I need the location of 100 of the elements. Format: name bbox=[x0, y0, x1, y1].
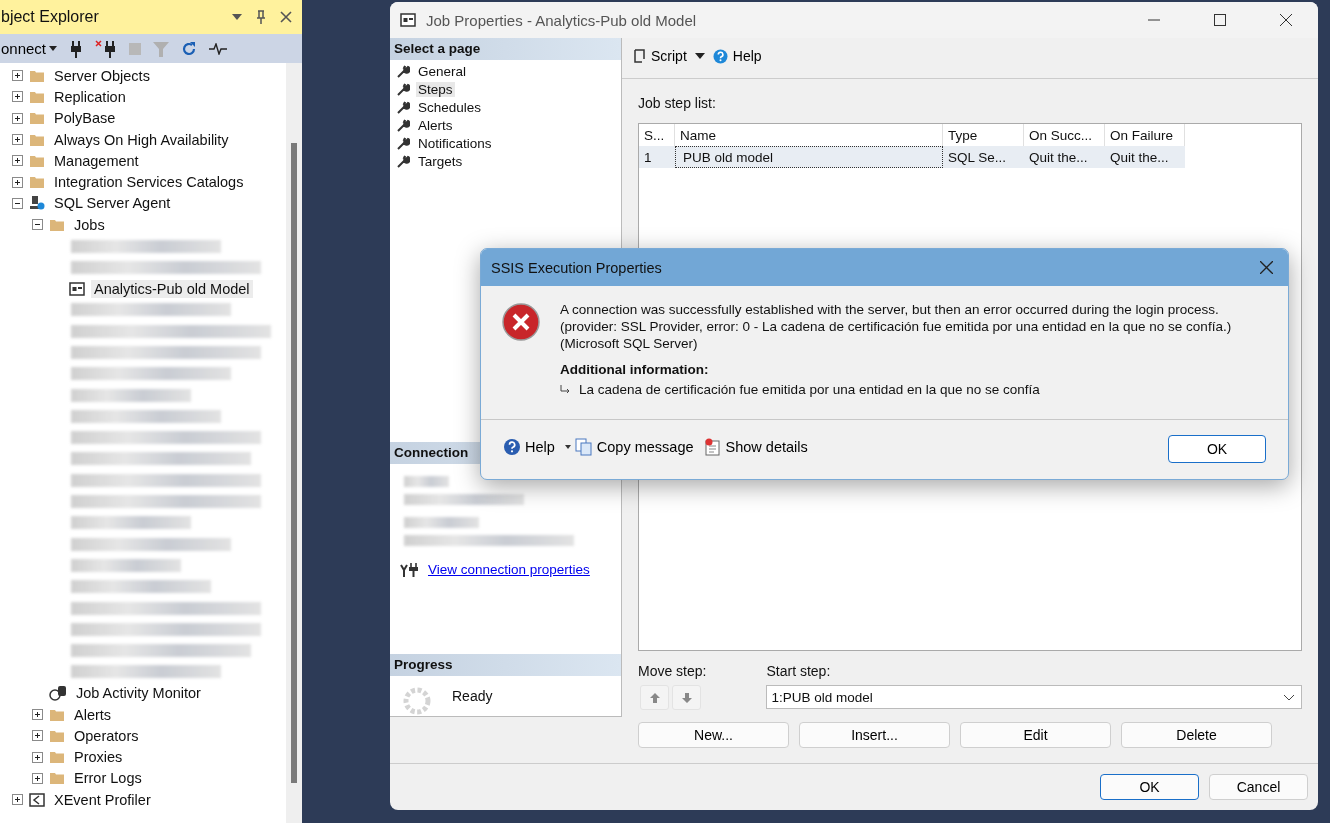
folder-icon bbox=[49, 771, 65, 786]
expand-icon[interactable] bbox=[32, 730, 43, 742]
tree-item[interactable]: Error Logs bbox=[71, 769, 145, 788]
activity-monitor-icon bbox=[49, 685, 67, 702]
tree-item[interactable]: Management bbox=[51, 151, 142, 170]
activity-icon[interactable] bbox=[209, 42, 228, 55]
expand-icon[interactable] bbox=[32, 709, 43, 721]
copy-icon bbox=[574, 437, 593, 456]
folder-icon bbox=[29, 89, 45, 104]
job-icon bbox=[69, 281, 85, 296]
wrench-icon bbox=[397, 64, 410, 78]
expand-icon[interactable] bbox=[12, 112, 23, 124]
script-icon bbox=[632, 49, 646, 63]
down-arrow-icon bbox=[681, 692, 692, 703]
panel-title: bject Explorer bbox=[1, 8, 100, 26]
page-item[interactable]: Steps bbox=[416, 81, 455, 97]
close-icon[interactable] bbox=[1280, 14, 1292, 26]
wrench-icon bbox=[397, 118, 410, 132]
scrollbar[interactable] bbox=[286, 63, 302, 823]
pin-icon[interactable] bbox=[256, 10, 266, 24]
move-down-button[interactable] bbox=[672, 685, 701, 710]
dropdown-icon[interactable] bbox=[694, 53, 705, 59]
folder-icon bbox=[49, 707, 65, 722]
page-item[interactable]: Alerts bbox=[416, 117, 455, 133]
tree-item[interactable]: Integration Services Catalogs bbox=[51, 173, 247, 192]
step-button[interactable]: New... bbox=[638, 722, 789, 748]
error-icon bbox=[502, 303, 540, 341]
collapse-icon[interactable] bbox=[12, 197, 23, 209]
folder-icon bbox=[29, 175, 45, 190]
refresh-icon[interactable] bbox=[181, 40, 198, 57]
dialog-title: SSIS Execution Properties bbox=[491, 259, 662, 276]
tree-item[interactable]: Alerts bbox=[71, 705, 115, 724]
expand-icon[interactable] bbox=[32, 751, 43, 763]
caret-icon bbox=[49, 46, 58, 51]
expand-icon[interactable] bbox=[12, 794, 23, 806]
help-icon bbox=[712, 48, 728, 64]
expand-icon[interactable] bbox=[12, 176, 23, 188]
disconnect-icon[interactable] bbox=[95, 39, 118, 58]
tree-item[interactable]: Always On High Availability bbox=[51, 130, 232, 149]
step-list-label: Job step list: bbox=[638, 95, 717, 111]
move-up-button[interactable] bbox=[640, 685, 669, 710]
page-item[interactable]: Schedules bbox=[416, 99, 484, 115]
close-icon[interactable] bbox=[1260, 261, 1273, 274]
window-title: Job Properties - Analytics-Pub old Model bbox=[426, 11, 697, 29]
step-button[interactable]: Insert... bbox=[799, 722, 950, 748]
connect-button[interactable]: onnect bbox=[1, 40, 58, 57]
start-step-dropdown[interactable]: 1:PUB old model bbox=[766, 685, 1302, 709]
wrench-icon bbox=[397, 154, 410, 168]
server-agent-icon bbox=[29, 195, 45, 212]
tree-item[interactable]: XEvent Profiler bbox=[51, 790, 154, 809]
tree-item[interactable]: Proxies bbox=[71, 748, 126, 767]
script-button[interactable]: Script bbox=[632, 48, 687, 64]
additional-info-text: La cadena de certificación fue emitida por una entidad en la que no se confía bbox=[579, 382, 1040, 397]
show-details-button[interactable]: Show details bbox=[703, 437, 814, 456]
blurred-text bbox=[404, 476, 449, 488]
tree-item[interactable]: Replication bbox=[51, 87, 129, 106]
table-cell-text: SQL Se... bbox=[947, 148, 1008, 167]
dialog-button[interactable]: OK bbox=[1100, 774, 1199, 800]
tree-item[interactable]: Job Activity Monitor bbox=[73, 684, 204, 703]
tree-item[interactable]: PolyBase bbox=[51, 109, 119, 128]
help-button[interactable]: Help bbox=[712, 48, 762, 64]
tree-item[interactable]: Operators bbox=[71, 726, 142, 745]
progress-status: Ready bbox=[452, 688, 493, 706]
wrench-icon bbox=[397, 136, 410, 150]
dialog-button[interactable]: Cancel bbox=[1209, 774, 1308, 800]
expand-icon[interactable] bbox=[12, 91, 23, 103]
step-button[interactable]: Delete bbox=[1121, 722, 1272, 748]
page-item[interactable]: Targets bbox=[416, 153, 465, 169]
expand-icon[interactable] bbox=[12, 155, 23, 167]
chevron-down-icon bbox=[1283, 693, 1295, 701]
dropdown-icon[interactable] bbox=[564, 444, 571, 449]
ok-button[interactable]: OK bbox=[1168, 434, 1266, 463]
expand-icon[interactable] bbox=[32, 772, 43, 784]
section-header: Select a page bbox=[390, 38, 621, 60]
window-icon bbox=[400, 13, 416, 27]
step-button[interactable]: Edit bbox=[960, 722, 1111, 748]
maximize-icon[interactable] bbox=[1214, 14, 1226, 26]
tree-item[interactable]: Server Objects bbox=[51, 66, 153, 85]
expand-icon[interactable] bbox=[12, 134, 23, 146]
dropdown-icon[interactable] bbox=[232, 14, 242, 20]
wrench-icon bbox=[397, 100, 410, 114]
view-connection-link[interactable]: View connection properties bbox=[428, 562, 590, 578]
page-item[interactable]: General bbox=[416, 63, 469, 79]
close-icon[interactable] bbox=[280, 11, 292, 23]
collapse-icon[interactable] bbox=[32, 219, 43, 231]
additional-info-heading: Additional information: bbox=[560, 362, 710, 377]
page-item[interactable]: Notifications bbox=[416, 135, 494, 151]
tree-item[interactable]: Jobs bbox=[71, 215, 108, 234]
tree-item[interactable]: Analytics-Pub old Model bbox=[91, 279, 253, 298]
tree-item[interactable]: SQL Server Agent bbox=[51, 194, 174, 213]
folder-icon bbox=[49, 750, 65, 765]
plug-icon[interactable] bbox=[69, 39, 84, 58]
arrow-icon bbox=[560, 385, 571, 394]
section-header: Progress bbox=[390, 654, 621, 676]
start-step-label: Start step: bbox=[766, 663, 832, 679]
folder-icon bbox=[29, 153, 45, 168]
table-cell-text: Quit the... bbox=[1109, 148, 1170, 167]
expand-icon[interactable] bbox=[12, 70, 23, 82]
table-cell-text: 1 bbox=[643, 148, 653, 167]
table-row[interactable]: 1 PUB old model SQL Se... Quit the... Quit the... bbox=[639, 146, 1185, 168]
